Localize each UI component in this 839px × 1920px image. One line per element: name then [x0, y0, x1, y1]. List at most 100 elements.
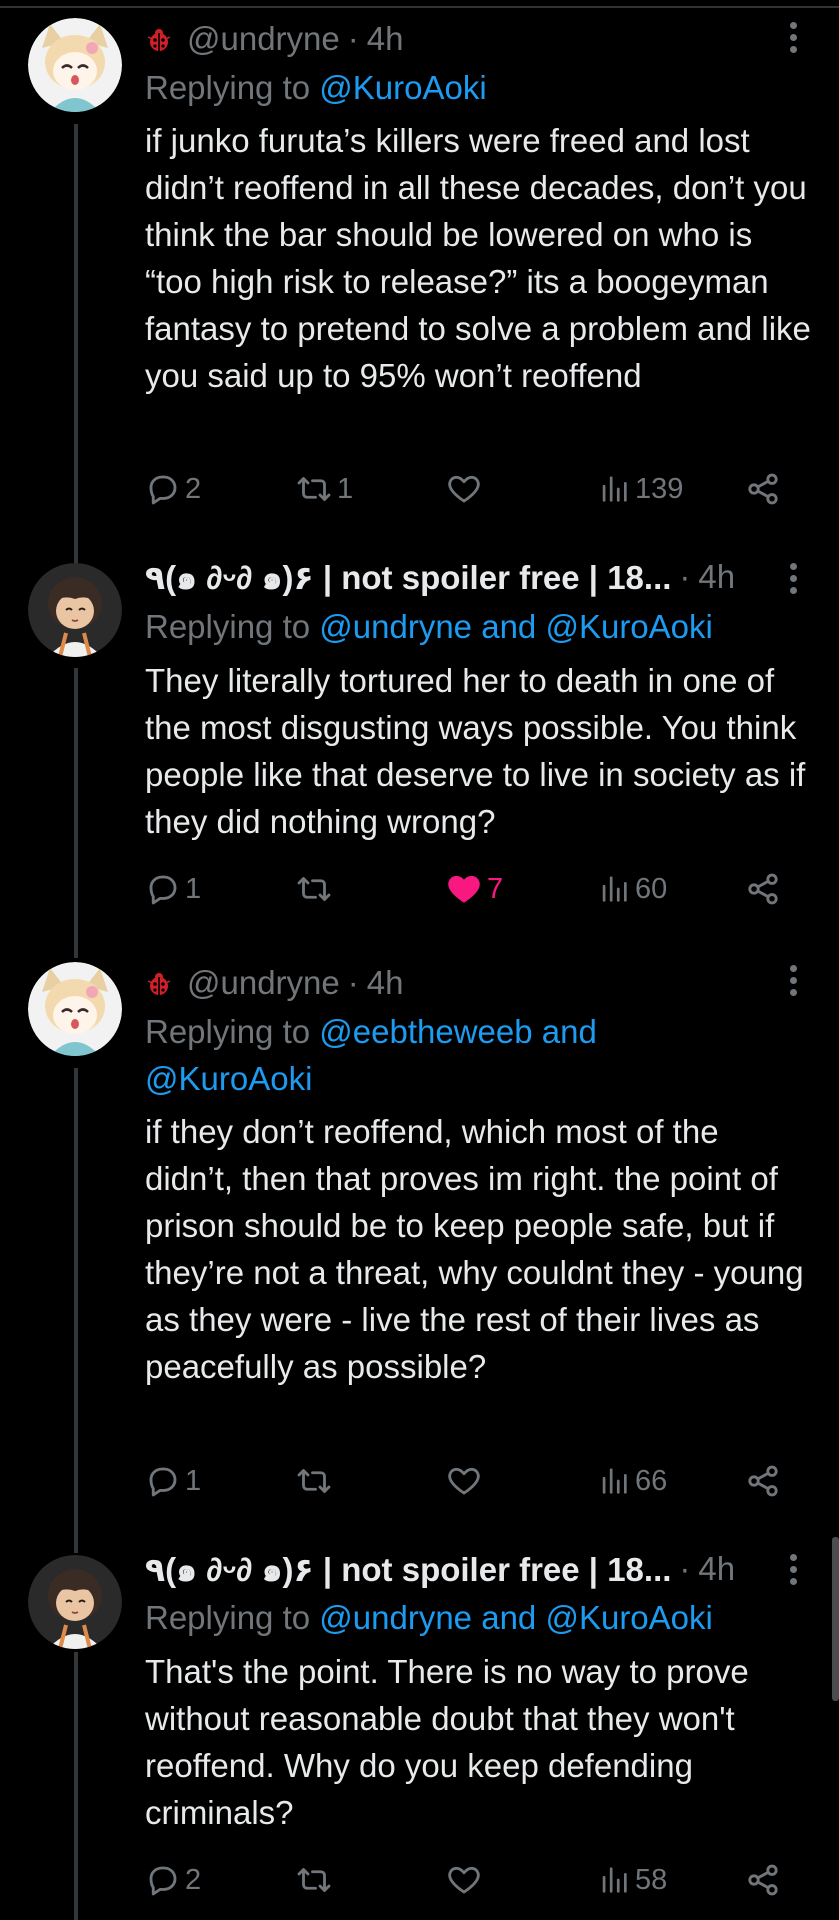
ladybug-icon: [147, 29, 171, 51]
thread-line: [74, 1068, 78, 1553]
timestamp[interactable]: 4h: [698, 558, 735, 596]
action-bar: 2 1 139: [145, 466, 795, 512]
separator-dot: ·: [679, 558, 691, 595]
top-divider: [0, 6, 839, 8]
retweet-icon: [297, 477, 331, 501]
views-button[interactable]: 139: [597, 466, 683, 512]
more-options-icon[interactable]: [787, 563, 799, 599]
reply-button[interactable]: 1: [145, 1458, 201, 1504]
views-icon: [602, 1867, 627, 1893]
thread-line: [74, 1652, 78, 1920]
views-count: 139: [635, 472, 684, 505]
thread-line: [74, 124, 78, 570]
retweet-icon: [297, 1469, 331, 1493]
mention-link[interactable]: @undryne: [319, 1599, 472, 1636]
scrollbar[interactable]: [832, 1537, 839, 1701]
mention-link[interactable]: @KuroAoki: [545, 608, 712, 645]
more-options-icon[interactable]: [787, 1554, 799, 1590]
heart-icon: [448, 1467, 480, 1495]
timestamp[interactable]: 4h: [367, 20, 404, 58]
like-button[interactable]: [445, 466, 487, 512]
reply-icon: [149, 875, 177, 905]
avatar[interactable]: [28, 18, 122, 112]
tweet-text: if they don’t reoffend, which most of th…: [145, 1113, 804, 1385]
reply-count: 1: [185, 872, 202, 905]
avatar-image: [28, 563, 122, 657]
share-button[interactable]: [745, 466, 781, 512]
like-button[interactable]: [445, 1857, 487, 1903]
reply-count: 2: [185, 1863, 202, 1896]
reply-count: 2: [185, 472, 202, 505]
avatar[interactable]: [28, 962, 122, 1056]
heart-filled-icon: [448, 875, 480, 903]
retweet-button[interactable]: [295, 866, 337, 912]
more-options-icon[interactable]: [787, 965, 799, 1001]
ladybug-icon: [147, 973, 171, 995]
retweet-button[interactable]: [295, 1857, 337, 1903]
views-button[interactable]: 58: [597, 1857, 667, 1903]
share-icon: [748, 473, 778, 505]
avatar[interactable]: [28, 1555, 122, 1649]
retweet-icon: [297, 1868, 331, 1892]
share-button[interactable]: [745, 1458, 781, 1504]
heart-icon: [448, 475, 480, 503]
reply-button[interactable]: 1: [145, 866, 201, 912]
mention-link[interactable]: @KuroAoki: [319, 69, 486, 106]
views-icon: [602, 1468, 627, 1494]
author-handle[interactable]: @undryne: [187, 20, 340, 58]
avatar[interactable]: [28, 563, 122, 657]
avatar-image: [28, 18, 122, 112]
replying-label: Replying to: [145, 69, 311, 106]
timestamp[interactable]: 4h: [698, 1550, 735, 1588]
tweet-text: if junko furuta’s killers were freed and…: [145, 122, 811, 394]
share-icon: [748, 1864, 778, 1896]
views-button[interactable]: 60: [597, 866, 667, 912]
views-icon: [602, 476, 627, 502]
mention-link[interactable]: @KuroAoki: [145, 1060, 312, 1097]
mention-link[interactable]: @eebtheweeb: [319, 1013, 532, 1050]
more-options-icon[interactable]: [787, 22, 799, 58]
tweet-header: @undryne · 4h: [145, 19, 779, 59]
replying-label: Replying to: [145, 1599, 311, 1636]
views-button[interactable]: 66: [597, 1458, 667, 1504]
timestamp[interactable]: 4h: [367, 964, 404, 1002]
reply-count: 1: [185, 1464, 202, 1497]
replying-to: Replying to @eebtheweeb and @KuroAoki: [145, 1008, 639, 1102]
share-button[interactable]: [745, 1857, 781, 1903]
mention-joiner: and: [481, 1599, 537, 1636]
author-handle[interactable]: @undryne: [187, 964, 340, 1002]
separator-dot: ·: [679, 1550, 691, 1587]
tweet-header: @undryne · 4h: [145, 963, 779, 1003]
reply-button[interactable]: 2: [145, 1857, 201, 1903]
views-count: 58: [635, 1863, 668, 1896]
mention-link[interactable]: @undryne: [319, 608, 472, 645]
views-count: 66: [635, 1464, 668, 1497]
share-icon: [748, 873, 778, 905]
tweet-text: They literally tortured her to death in …: [145, 662, 806, 840]
author-display-name[interactable]: ٩(๑ ∂ᵕ∂ ๑)۶ | not spoiler free | 18...: [145, 1543, 671, 1596]
views-icon: [602, 876, 627, 902]
action-bar: 2 58: [145, 1857, 795, 1903]
mention-link[interactable]: @KuroAoki: [545, 1599, 712, 1636]
replying-to: Replying to @undryne and @KuroAoki: [145, 603, 799, 650]
like-count: 7: [487, 872, 504, 905]
retweet-button[interactable]: 1: [295, 466, 353, 512]
retweet-icon: [297, 877, 331, 901]
views-count: 60: [635, 872, 668, 905]
author-display-name[interactable]: ٩(๑ ∂ᵕ∂ ๑)۶ | not spoiler free | 18...: [145, 551, 671, 604]
replying-to: Replying to @KuroAoki: [145, 64, 799, 111]
heart-icon: [448, 1866, 480, 1894]
like-button[interactable]: 7: [445, 866, 503, 912]
thread-line: [74, 668, 78, 958]
share-icon: [748, 1465, 778, 1497]
tweet-header: ٩(๑ ∂ᵕ∂ ๑)۶ | not spoiler free | 18... ·…: [145, 557, 779, 597]
reply-button[interactable]: 2: [145, 466, 201, 512]
avatar-image: [28, 962, 122, 1056]
tweet-text: That's the point. There is no way to pro…: [145, 1653, 749, 1831]
like-button[interactable]: [445, 1458, 487, 1504]
replying-label: Replying to: [145, 1013, 311, 1050]
tweet-header: ٩(๑ ∂ᵕ∂ ๑)۶ | not spoiler free | 18... ·…: [145, 1549, 779, 1589]
retweet-button[interactable]: [295, 1458, 337, 1504]
avatar-image: [28, 1555, 122, 1649]
share-button[interactable]: [745, 866, 781, 912]
